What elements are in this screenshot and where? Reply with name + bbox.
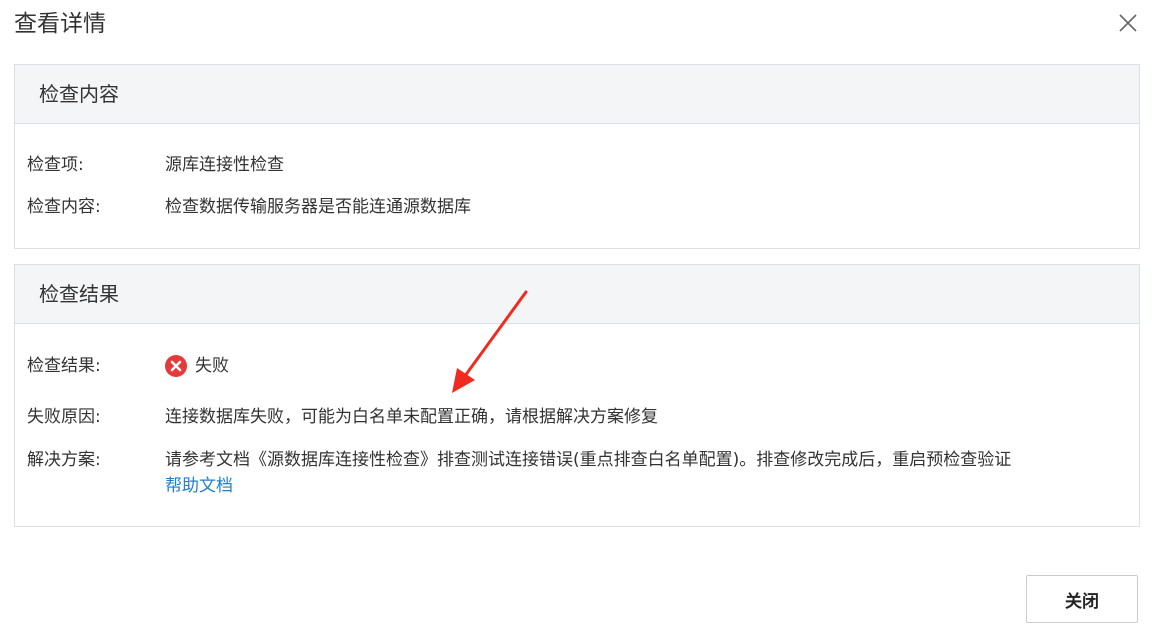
result-status-value: 失败 xyxy=(165,354,229,378)
check-result-header: 检查结果 xyxy=(15,265,1139,324)
check-content-panel: 检查内容 检查项: 源库连接性检查 检查内容: 检查数据传输服务器是否能连通源数… xyxy=(14,64,1140,249)
dialog-title: 查看详情 xyxy=(14,11,106,37)
solution-label: 解决方案: xyxy=(27,450,101,470)
solution-text: 请参考文档《源数据库连接性检查》排查测试连接错误(重点排查白名单配置)。排查修改… xyxy=(165,450,1012,470)
close-button[interactable]: 关闭 xyxy=(1026,575,1138,623)
check-item-label: 检查项: xyxy=(27,155,84,175)
fail-reason-label: 失败原因: xyxy=(27,407,101,427)
help-doc-link[interactable]: 帮助文档 xyxy=(165,474,1011,498)
fail-icon xyxy=(165,355,187,377)
result-status-text: 失败 xyxy=(195,356,229,376)
check-item-value: 源库连接性检查 xyxy=(165,155,284,175)
check-description-label: 检查内容: xyxy=(27,197,101,217)
details-dialog: 查看详情 检查内容 检查项: 源库连接性检查 检查内容: 检查数据传输服务器是否… xyxy=(0,0,1159,628)
check-content-header: 检查内容 xyxy=(15,65,1139,124)
fail-reason-value: 连接数据库失败，可能为白名单未配置正确，请根据解决方案修复 xyxy=(165,407,658,427)
check-result-panel: 检查结果 检查结果: 失败 失败原因: 连接数据库失败，可能为白名单未配置正确，… xyxy=(14,264,1140,527)
solution-value: 请参考文档《源数据库连接性检查》排查测试连接错误(重点排查白名单配置)。排查修改… xyxy=(165,448,1011,498)
check-description-value: 检查数据传输服务器是否能连通源数据库 xyxy=(165,197,471,217)
result-status-label: 检查结果: xyxy=(27,356,101,376)
close-icon[interactable] xyxy=(1118,13,1138,33)
